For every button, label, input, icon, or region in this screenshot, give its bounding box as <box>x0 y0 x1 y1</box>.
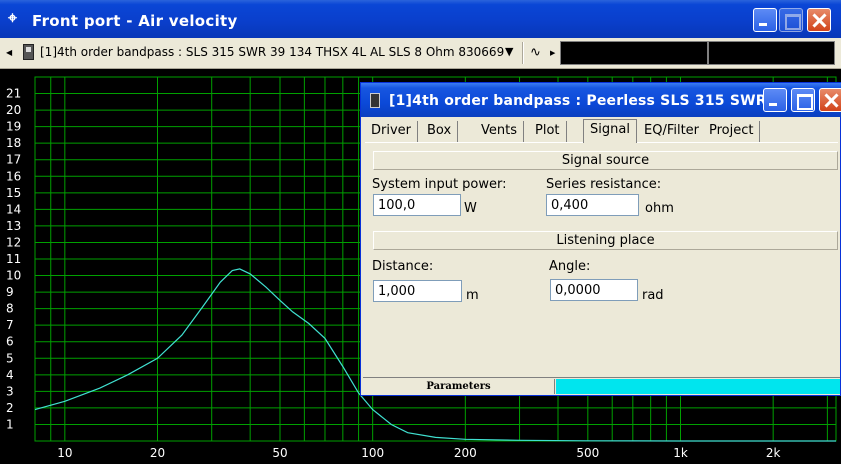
distance-unit: m <box>466 288 479 303</box>
maximize-button[interactable] <box>779 8 803 32</box>
y-tick-label: 15 <box>6 186 21 200</box>
y-tick-label: 12 <box>6 235 21 249</box>
y-tick-labels: 123456789101112131415161718192021 <box>6 87 21 432</box>
toolbar-separator <box>522 42 524 64</box>
y-tick-label: 17 <box>6 153 21 167</box>
x-tick-label: 50 <box>272 446 287 460</box>
input-power-unit: W <box>464 201 477 216</box>
y-tick-label: 9 <box>6 285 14 299</box>
close-button[interactable] <box>807 8 831 32</box>
tab-eq-filter[interactable]: EQ/Filter <box>638 121 707 142</box>
y-tick-label: 4 <box>6 368 14 382</box>
dialog-title-bar[interactable]: [1]4th order bandpass : Peerless SLS 315… <box>361 83 841 117</box>
input-power-field[interactable] <box>373 194 461 216</box>
x-tick-label: 100 <box>361 446 384 460</box>
y-tick-label: 19 <box>6 120 21 134</box>
y-tick-label: 13 <box>6 219 21 233</box>
input-power-label: System input power: <box>372 177 507 192</box>
dialog-maximize-button[interactable] <box>791 88 815 112</box>
tab-box[interactable]: Box <box>421 121 459 142</box>
series-resistance-label: Series resistance: <box>546 177 662 192</box>
crosshair-icon: ⌖ <box>8 8 18 27</box>
y-tick-label: 10 <box>6 269 21 283</box>
x-tick-label: 20 <box>150 446 165 460</box>
angle-field[interactable] <box>550 279 638 301</box>
tab-vents[interactable]: Vents <box>475 121 524 142</box>
series-resistance-unit: ohm <box>645 201 674 216</box>
signal-source-header: Signal source <box>373 151 838 170</box>
status-parameters: Parameters <box>363 379 555 394</box>
y-tick-label: 6 <box>6 335 14 349</box>
y-tick-label: 2 <box>6 401 14 415</box>
y-tick-label: 8 <box>6 302 14 316</box>
document-icon <box>370 93 380 108</box>
y-tick-label: 5 <box>6 351 14 365</box>
main-title-bar[interactable]: ⌖ Front port - Air velocity <box>0 0 841 38</box>
tab-plot[interactable]: Plot <box>529 121 567 142</box>
x-tick-label: 1k <box>673 446 688 460</box>
scroll-left-icon[interactable]: ◀ <box>6 48 12 57</box>
dialog-close-button[interactable] <box>819 88 841 112</box>
y-tick-label: 11 <box>6 252 21 266</box>
y-tick-label: 1 <box>6 417 14 431</box>
tab-signal[interactable]: Signal <box>583 119 637 143</box>
y-tick-label: 7 <box>6 318 14 332</box>
x-tick-label: 10 <box>57 446 72 460</box>
y-tick-label: 18 <box>6 136 21 150</box>
dialog-status-bar: Parameters <box>363 377 840 394</box>
listening-place-header: Listening place <box>373 231 838 250</box>
minimize-button[interactable] <box>753 8 777 32</box>
distance-field[interactable] <box>373 280 462 302</box>
waveform-icon[interactable]: ∿ <box>530 45 541 60</box>
tab-project[interactable]: Project <box>703 121 761 142</box>
readout-box-1 <box>560 41 708 65</box>
dialog-minimize-button[interactable] <box>763 88 787 112</box>
project-combo[interactable]: [1]4th order bandpass : SLS 315 SWR 39 1… <box>40 45 504 59</box>
angle-unit: rad <box>642 288 664 303</box>
y-tick-label: 3 <box>6 384 14 398</box>
dialog-title: [1]4th order bandpass : Peerless SLS 315… <box>389 93 789 109</box>
y-tick-label: 20 <box>6 103 21 117</box>
window-title: Front port - Air velocity <box>32 12 238 30</box>
y-tick-label: 21 <box>6 87 21 101</box>
x-tick-label: 200 <box>454 446 477 460</box>
tab-driver[interactable]: Driver <box>365 121 419 142</box>
app-window: ⌖ Front port - Air velocity ◀ [1]4th ord… <box>0 0 841 464</box>
y-tick-label: 14 <box>6 202 21 216</box>
wave-dropdown-icon[interactable]: ▶ <box>550 49 555 57</box>
status-progress-bar <box>556 379 840 394</box>
x-tick-labels: 10 20 50 100 200 500 1k 2k <box>57 446 780 460</box>
series-resistance-field[interactable] <box>546 194 639 216</box>
angle-label: Angle: <box>549 259 591 274</box>
x-tick-label: 2k <box>766 446 781 460</box>
toolbar: ◀ [1]4th order bandpass : SLS 315 SWR 39… <box>0 38 841 69</box>
y-tick-label: 16 <box>6 169 21 183</box>
properties-dialog: [1]4th order bandpass : Peerless SLS 315… <box>360 82 841 396</box>
combo-dropdown-icon[interactable]: ▼ <box>505 45 513 58</box>
document-icon <box>23 44 34 60</box>
distance-label: Distance: <box>372 259 434 274</box>
x-tick-label: 500 <box>576 446 599 460</box>
readout-box-2 <box>708 41 835 65</box>
